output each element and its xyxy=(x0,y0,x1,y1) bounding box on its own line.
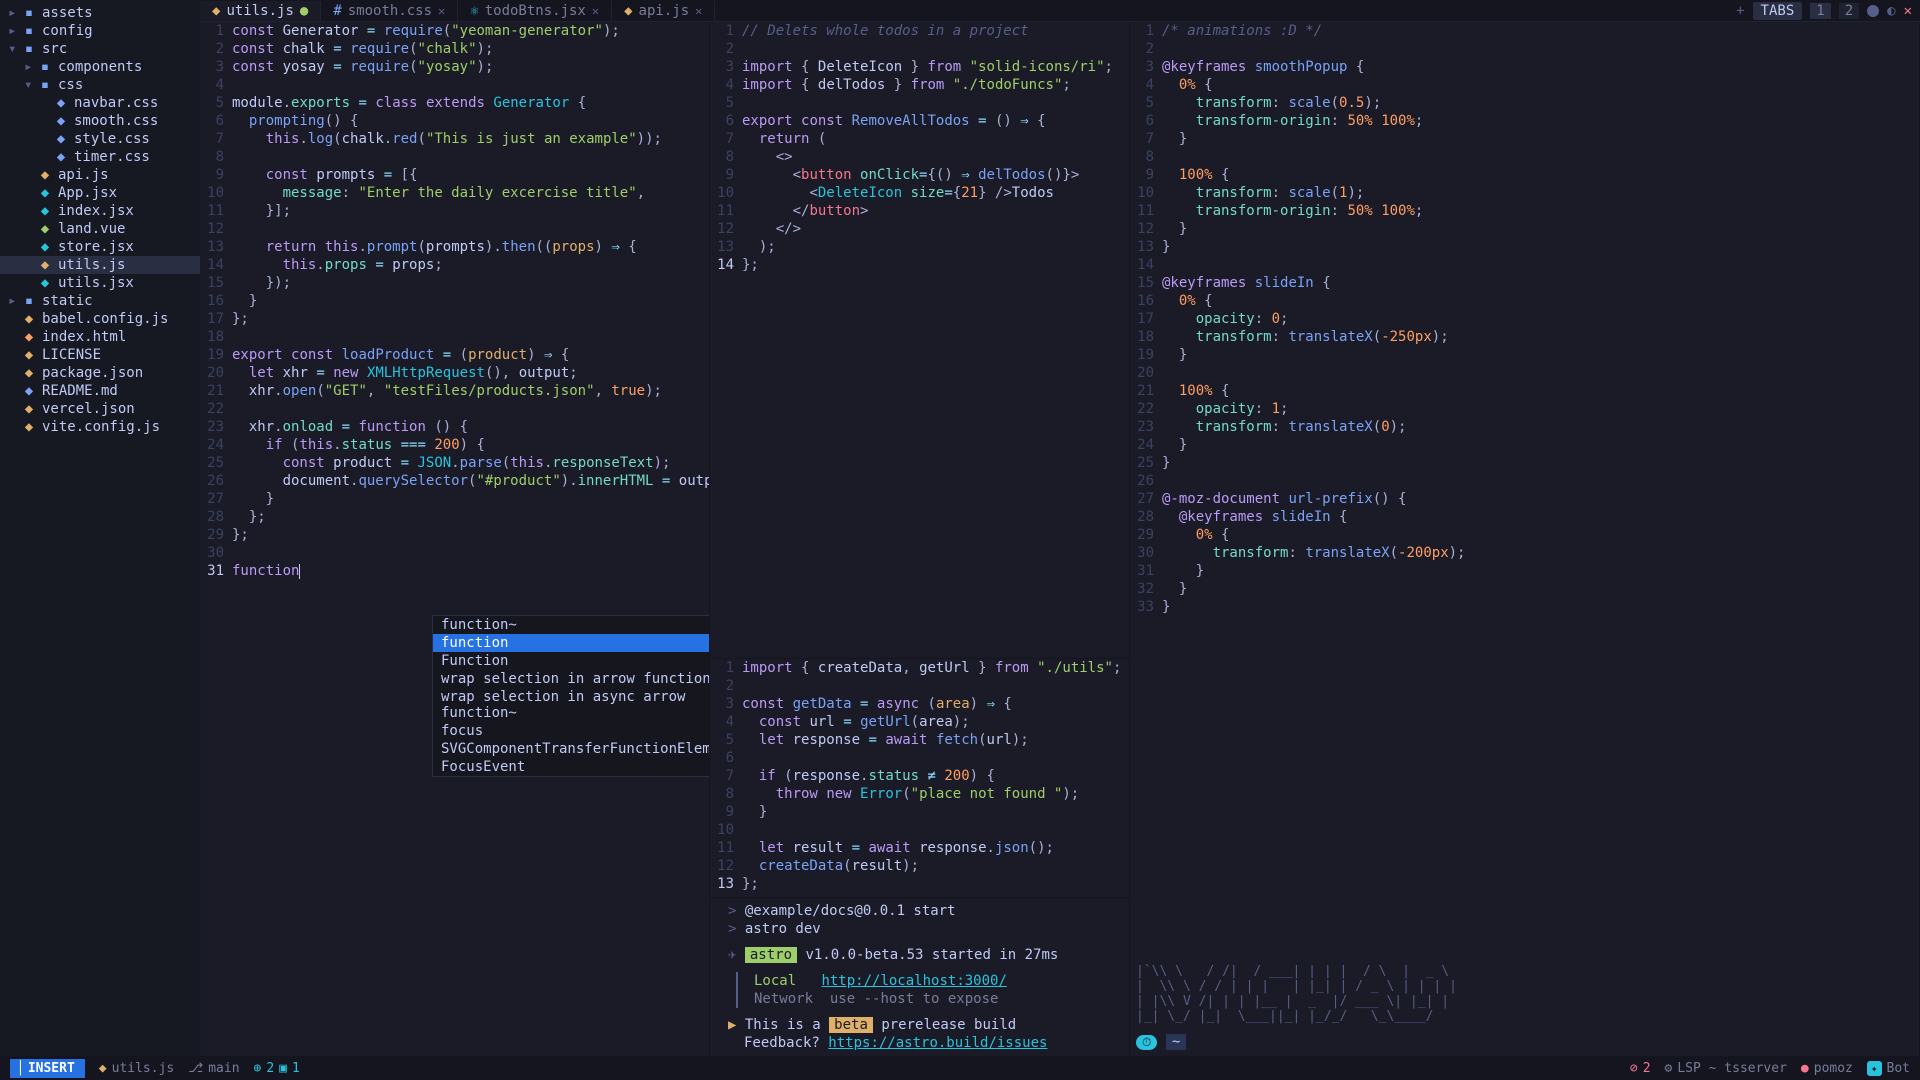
completion-item[interactable]: wrap selection in async arrow function~S… xyxy=(433,688,710,722)
tabs-label: TABS xyxy=(1753,2,1803,20)
status-recording[interactable]: ●pomoz xyxy=(1801,1061,1853,1076)
term-line: @example/docs@0.0.1 start xyxy=(745,903,956,919)
tree-item-index-jsx[interactable]: ◆index.jsx xyxy=(0,202,200,220)
mode-indicator: ▏INSERT xyxy=(10,1059,85,1078)
status-bot[interactable]: ✦Bot xyxy=(1867,1061,1910,1076)
completion-item[interactable]: FunctionαVariable xyxy=(433,652,710,670)
tree-item-utils-jsx[interactable]: ◆utils.jsx xyxy=(0,274,200,292)
ascii-art: |`\\ \ / /| / ___| | | | / \ | _ \ | \\ … xyxy=(1136,964,1913,1024)
status-git-changes: ⊕2 ▣1 xyxy=(254,1061,300,1076)
tab-todoBtns-jsx[interactable]: ⚛todoBtns.jsx✕ xyxy=(458,1,612,21)
toggle-icon[interactable]: ◐ xyxy=(1887,3,1895,19)
tree-item-style-css[interactable]: ◆style.css xyxy=(0,130,200,148)
tree-item-store-jsx[interactable]: ◆store.jsx xyxy=(0,238,200,256)
editor-pane-3[interactable]: 1/* animations :D */23@keyframes smoothP… xyxy=(1130,22,1920,1056)
term-net-text: use --host to expose xyxy=(830,991,999,1007)
completion-item[interactable]: FocusEventαVariable xyxy=(433,758,710,776)
close-icon[interactable]: ✕ xyxy=(438,4,445,18)
status-errors[interactable]: ⊘2 xyxy=(1630,1061,1651,1076)
completion-item[interactable]: focus⊞Function xyxy=(433,722,710,740)
tab-utils-js[interactable]: ◆utils.js● xyxy=(200,1,321,21)
window-close-icon[interactable]: ✕ xyxy=(1904,3,1912,19)
term-net-label: Network xyxy=(754,991,813,1007)
tree-item-vite-config-js[interactable]: ◆vite.config.js xyxy=(0,418,200,436)
tree-item-LICENSE[interactable]: ◆LICENSE xyxy=(0,346,200,364)
tree-item-land-vue[interactable]: ◆land.vue xyxy=(0,220,200,238)
term-feedback-url[interactable]: https://astro.build/issues xyxy=(828,1035,1047,1051)
status-branch[interactable]: ⎇main xyxy=(188,1061,239,1076)
term-local-url[interactable]: http://localhost:3000/ xyxy=(821,973,1006,989)
tab-group-2[interactable]: 2 xyxy=(1839,3,1859,19)
tree-item-package-json[interactable]: ◆package.json xyxy=(0,364,200,382)
tree-item-App-jsx[interactable]: ◆App.jsx xyxy=(0,184,200,202)
tree-item-src[interactable]: ▾▪src xyxy=(0,40,200,58)
term-version: v1.0.0-beta.53 started in 27ms xyxy=(805,947,1058,963)
new-tab-button[interactable]: + xyxy=(1736,3,1744,19)
tree-item-components[interactable]: ▸▪components xyxy=(0,58,200,76)
completion-item[interactable]: function~Snippet xyxy=(433,616,710,634)
completion-item[interactable]: wrap selection in arrow function~Snippet xyxy=(433,670,710,688)
tab-group-1[interactable]: 1 xyxy=(1810,3,1830,19)
completion-item[interactable]: SVGComponentTransferFunctionElementαVari… xyxy=(433,740,710,758)
file-tree: ▸▪assets▸▪config▾▪src▸▪components▾▪css◆n… xyxy=(0,0,200,1056)
tree-item-index-html[interactable]: ◆index.html xyxy=(0,328,200,346)
editor-pane-1[interactable]: 1const Generator = require("yeoman-gener… xyxy=(200,22,710,1056)
close-icon[interactable]: ✕ xyxy=(592,4,599,18)
status-file[interactable]: ◆utils.js xyxy=(99,1061,174,1076)
tab-smooth-css[interactable]: #smooth.css✕ xyxy=(321,1,458,21)
tree-item-vercel-json[interactable]: ◆vercel.json xyxy=(0,400,200,418)
term-feedback: Feedback? xyxy=(744,1035,820,1051)
term-line: astro dev xyxy=(745,921,821,937)
tree-item-api-js[interactable]: ◆api.js xyxy=(0,166,200,184)
tree-item-static[interactable]: ▸▪static xyxy=(0,292,200,310)
editor-pane-2[interactable]: 1// Delets whole todos in a project23imp… xyxy=(710,22,1130,1056)
term-local-label: Local xyxy=(754,973,796,989)
completion-item[interactable]: function🔑Keyword xyxy=(433,634,710,652)
status-lsp[interactable]: ⚙LSP ~ tsserver xyxy=(1665,1061,1787,1076)
tree-item-utils-js[interactable]: ◆utils.js xyxy=(0,256,200,274)
terminal[interactable]: > @example/docs@0.0.1 start > astro dev … xyxy=(710,897,1129,1056)
time-indicator: ⏱ xyxy=(1136,1035,1157,1050)
beta-badge: beta xyxy=(829,1017,873,1033)
tree-item-README-md[interactable]: ◆README.md xyxy=(0,382,200,400)
tree-item-smooth-css[interactable]: ◆smooth.css xyxy=(0,112,200,130)
statusbar: ▏INSERT ◆utils.js ⎇main ⊕2 ▣1 ⊘2 ⚙LSP ~ … xyxy=(0,1056,1920,1080)
tree-item-assets[interactable]: ▸▪assets xyxy=(0,4,200,22)
astro-badge: astro xyxy=(745,947,797,963)
tabs-bar: ◆utils.js●#smooth.css✕⚛todoBtns.jsx✕◆api… xyxy=(200,0,1920,22)
cwd-tilde: ~ xyxy=(1166,1034,1186,1050)
completion-popup[interactable]: function~Snippetfunction🔑KeywordFunction… xyxy=(432,615,710,777)
close-icon[interactable]: ✕ xyxy=(695,4,702,18)
term-pre2: prerelease build xyxy=(881,1017,1016,1033)
tree-item-config[interactable]: ▸▪config xyxy=(0,22,200,40)
tree-item-timer-css[interactable]: ◆timer.css xyxy=(0,148,200,166)
term-pre: This is a xyxy=(745,1017,821,1033)
tree-item-babel-config-js[interactable]: ◆babel.config.js xyxy=(0,310,200,328)
tree-item-css[interactable]: ▾▪css xyxy=(0,76,200,94)
close-group-icon[interactable] xyxy=(1867,5,1879,17)
tree-item-navbar-css[interactable]: ◆navbar.css xyxy=(0,94,200,112)
tab-api-js[interactable]: ◆api.js✕ xyxy=(612,1,715,21)
